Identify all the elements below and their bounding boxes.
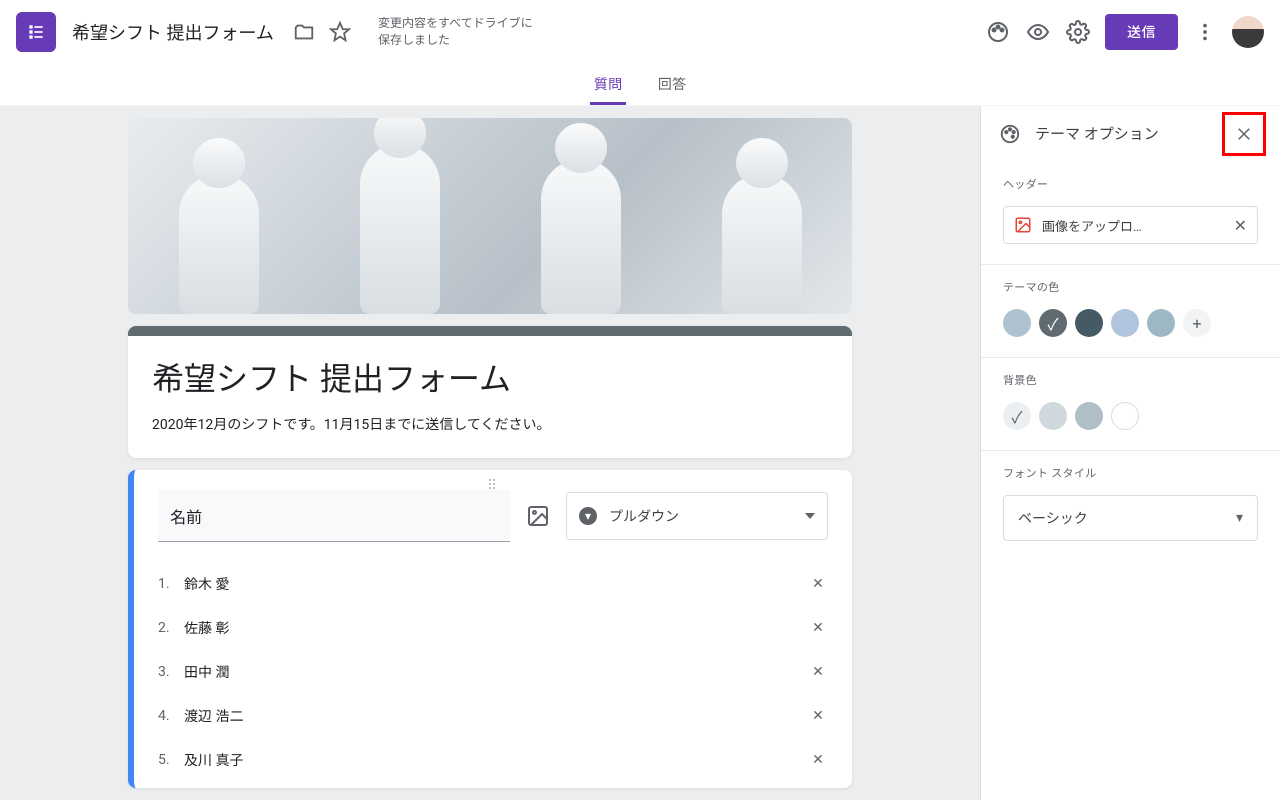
app-logo[interactable] [16, 12, 56, 52]
delete-option-icon[interactable]: ✕ [808, 620, 828, 636]
option-label[interactable]: 渡辺 浩二 [184, 706, 808, 726]
remove-image-icon[interactable]: ✕ [1234, 216, 1247, 235]
option-row[interactable]: 3. 田中 潤 ✕ [158, 650, 828, 694]
form-title-card[interactable]: 希望シフト 提出フォーム 2020年12月のシフトです。11月15日までに送信し… [128, 326, 852, 458]
font-label: フォント スタイル [1003, 465, 1258, 481]
folder-icon[interactable] [292, 20, 316, 44]
app-header: 希望シフト 提出フォーム 変更内容をすべてドライブに保存しました 送信 [0, 0, 1280, 64]
question-type-dropdown[interactable]: ▾ プルダウン [566, 492, 828, 540]
drag-handle-icon[interactable]: ⠿ [487, 478, 499, 494]
preview-icon[interactable] [1025, 19, 1051, 45]
form-title[interactable]: 希望シフト 提出フォーム [152, 354, 828, 400]
bg-color-swatch[interactable] [1075, 402, 1103, 430]
bg-color-swatch[interactable] [1039, 402, 1067, 430]
dropdown-type-icon: ▾ [579, 507, 597, 525]
theme-color-label: テーマの色 [1003, 279, 1258, 295]
workspace: 希望シフト 提出フォーム 2020年12月のシフトです。11月15日までに送信し… [0, 106, 1280, 800]
question-type-label: プルダウン [609, 506, 793, 526]
theme-color-swatch[interactable] [1003, 309, 1031, 337]
header-image [128, 118, 852, 314]
save-status: 変更内容をすべてドライブに保存しました [378, 15, 538, 49]
bg-color-swatch[interactable]: ✓ [1003, 402, 1031, 430]
settings-icon[interactable] [1065, 19, 1091, 45]
close-sidepanel-button[interactable] [1222, 112, 1266, 156]
form-title-text[interactable]: 希望シフト 提出フォーム [72, 19, 274, 45]
header-section-label: ヘッダー [1003, 176, 1258, 192]
palette-icon [999, 123, 1021, 145]
bg-color-swatch[interactable] [1111, 402, 1139, 430]
close-icon [1235, 125, 1253, 143]
font-section: フォント スタイル ベーシック ▾ [981, 451, 1280, 561]
upload-image-label: 画像をアップロ… [1042, 216, 1224, 235]
tab-questions[interactable]: 質問 [590, 64, 626, 105]
tabs: 質問 回答 [0, 64, 1280, 106]
canvas: 希望シフト 提出フォーム 2020年12月のシフトです。11月15日までに送信し… [0, 106, 980, 800]
image-icon [1014, 216, 1032, 234]
option-number: 3. [158, 664, 184, 680]
delete-option-icon[interactable]: ✕ [808, 664, 828, 680]
option-row[interactable]: 5. 及川 真子 ✕ [158, 738, 828, 782]
theme-color-swatch[interactable] [1075, 309, 1103, 337]
font-style-dropdown[interactable]: ベーシック ▾ [1003, 495, 1258, 541]
more-icon[interactable] [1192, 19, 1218, 45]
delete-option-icon[interactable]: ✕ [808, 708, 828, 724]
theme-color-section: テーマの色 ✓ + [981, 265, 1280, 358]
option-number: 4. [158, 708, 184, 724]
header-image-section: ヘッダー 画像をアップロ… ✕ [981, 162, 1280, 265]
option-label[interactable]: 鈴木 愛 [184, 574, 808, 594]
font-value: ベーシック [1018, 508, 1088, 528]
options-list: 1. 鈴木 愛 ✕2. 佐藤 彰 ✕3. 田中 潤 ✕4. 渡辺 浩二 ✕5. … [158, 562, 828, 782]
tab-responses[interactable]: 回答 [654, 64, 690, 105]
option-number: 1. [158, 576, 184, 592]
theme-color-swatch[interactable]: ✓ [1039, 309, 1067, 337]
option-number: 2. [158, 620, 184, 636]
option-row[interactable]: 4. 渡辺 浩二 ✕ [158, 694, 828, 738]
bg-color-section: 背景色 ✓ [981, 358, 1280, 451]
delete-option-icon[interactable]: ✕ [808, 576, 828, 592]
option-row[interactable]: 2. 佐藤 彰 ✕ [158, 606, 828, 650]
add-color-button[interactable]: + [1183, 309, 1211, 337]
chevron-down-icon [805, 513, 815, 519]
user-avatar[interactable] [1232, 16, 1264, 48]
chevron-down-icon: ▾ [1236, 510, 1243, 526]
option-label[interactable]: 田中 潤 [184, 662, 808, 682]
theme-sidepanel: テーマ オプション ヘッダー 画像をアップロ… ✕ テーマの色 ✓ + 背景色 ✓ [980, 106, 1280, 800]
star-icon[interactable] [328, 20, 352, 44]
question-card[interactable]: ⠿ ▾ プルダウン 1. 鈴木 愛 ✕2. 佐藤 彰 ✕3. 田中 潤 ✕4. … [128, 470, 852, 788]
option-label[interactable]: 及川 真子 [184, 750, 808, 770]
theme-color-swatch[interactable] [1111, 309, 1139, 337]
option-number: 5. [158, 752, 184, 768]
bg-color-label: 背景色 [1003, 372, 1258, 388]
question-title-input[interactable] [158, 490, 510, 542]
upload-image-chip[interactable]: 画像をアップロ… ✕ [1003, 206, 1258, 244]
form-description[interactable]: 2020年12月のシフトです。11月15日までに送信してください。 [152, 414, 828, 434]
option-row[interactable]: 1. 鈴木 愛 ✕ [158, 562, 828, 606]
sidepanel-title: テーマ オプション [1035, 123, 1208, 144]
send-button[interactable]: 送信 [1105, 14, 1178, 50]
insert-image-icon[interactable] [526, 504, 550, 528]
delete-option-icon[interactable]: ✕ [808, 752, 828, 768]
palette-icon[interactable] [985, 19, 1011, 45]
option-label[interactable]: 佐藤 彰 [184, 618, 808, 638]
theme-color-swatch[interactable] [1147, 309, 1175, 337]
